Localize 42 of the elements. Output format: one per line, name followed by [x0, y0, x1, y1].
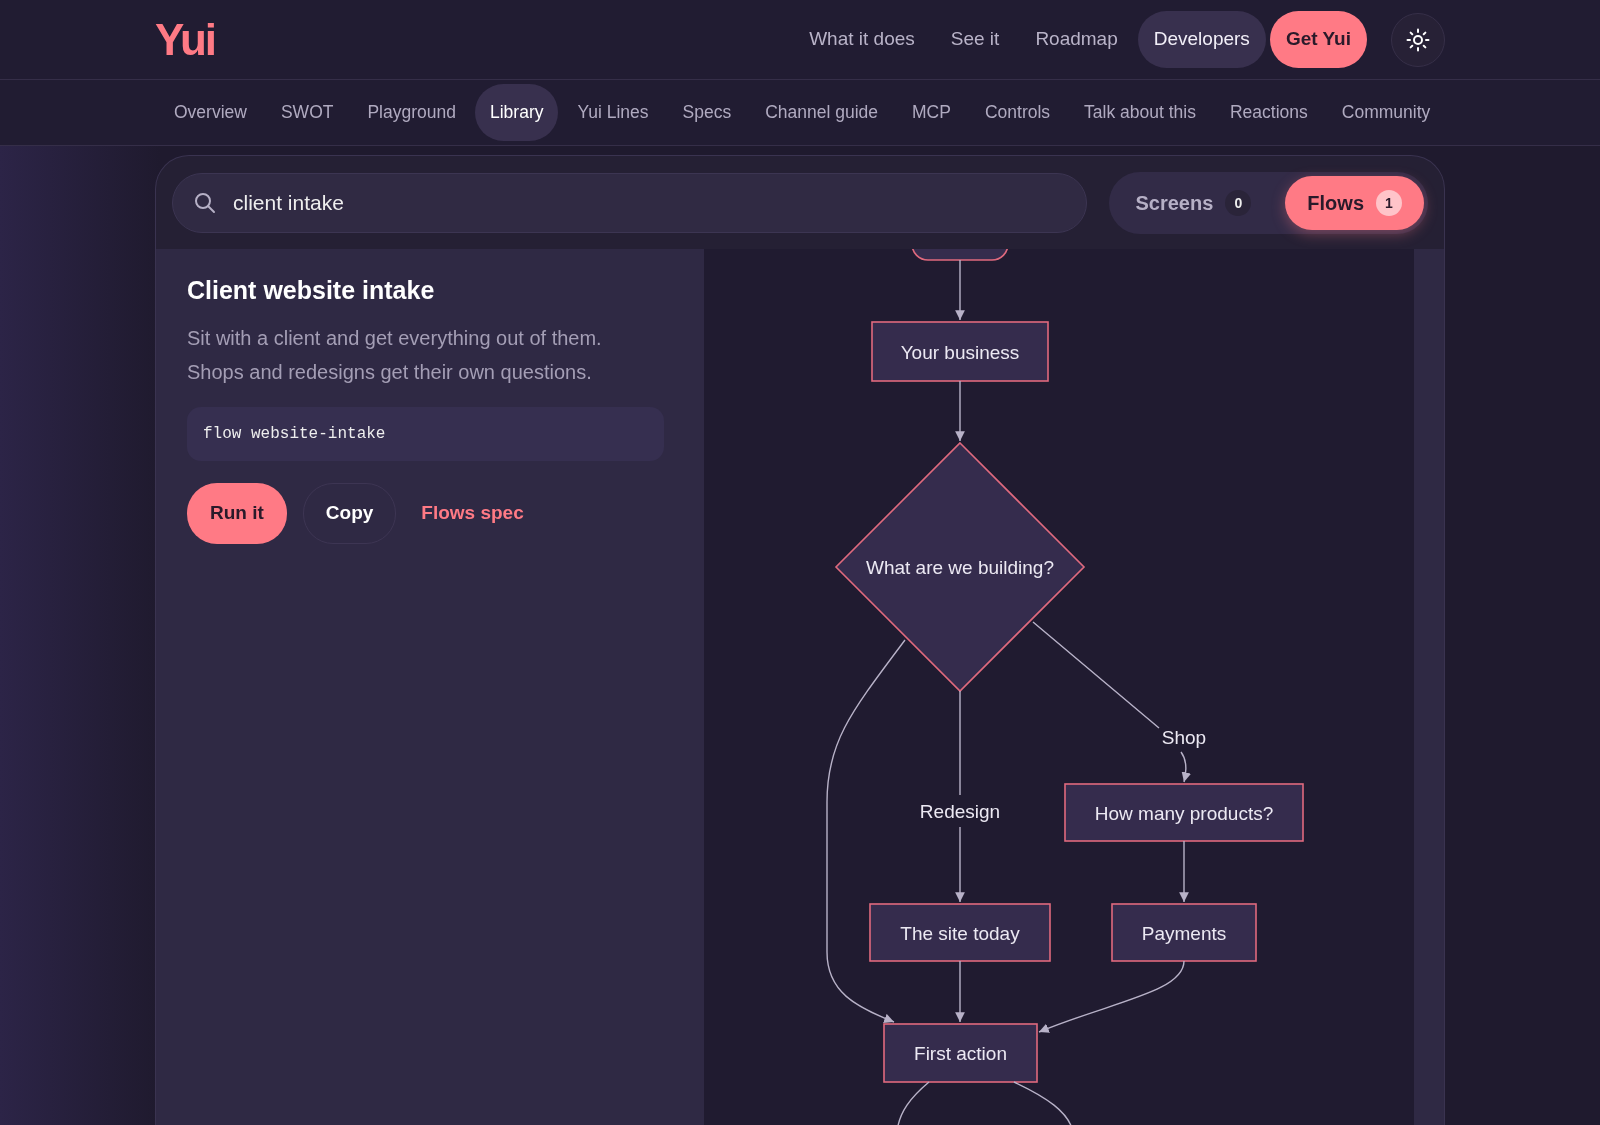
nav-link[interactable]: See it [934, 11, 1016, 68]
flow-description: Sit with a client and get everything out of them. Shops and redesigns get their own questions. [187, 326, 603, 385]
nav-tab[interactable]: Community [1326, 84, 1446, 141]
nav-tab[interactable]: MCP [897, 84, 966, 141]
search-field[interactable]: client intake [172, 173, 1088, 233]
edge-label: Redesign [919, 801, 1001, 822]
nav-tab[interactable]: Overview [159, 84, 262, 141]
edge-label: Shop [1161, 727, 1207, 748]
nav-tab[interactable]: Library [475, 84, 559, 141]
nav-button[interactable]: Developers [1137, 11, 1266, 68]
flow-title: Client website intake [187, 275, 436, 305]
nav-tab[interactable]: Specs [667, 84, 747, 141]
nav-link[interactable]: What it does [793, 11, 931, 68]
connector-arrow [955, 960, 965, 1023]
nav-tab[interactable]: SWOT [265, 84, 349, 141]
spec-link[interactable]: Flows spec [412, 483, 547, 544]
nav-link[interactable]: Roadmap [1019, 11, 1134, 68]
filter-tab[interactable]: Flows 1 [1285, 176, 1424, 230]
node-label: Your business [900, 341, 1020, 363]
connector-arrow [955, 380, 965, 442]
nav-tab[interactable]: Playground [352, 84, 471, 141]
nav-tab[interactable]: Controls [969, 84, 1066, 141]
node-label: How many products? [1094, 802, 1274, 824]
node-label: First action [914, 1043, 1007, 1064]
node-label: Payments [1141, 922, 1227, 944]
nav-tab[interactable]: Reactions [1214, 84, 1323, 141]
copy-button[interactable]: Copy [302, 483, 397, 544]
brand-logo[interactable]: Yui [155, 17, 216, 62]
connector-arrow [1179, 840, 1189, 903]
connector-arrow [955, 259, 965, 321]
nav-tab[interactable]: Talk about this [1069, 84, 1211, 141]
run-button[interactable]: Run it [187, 483, 287, 544]
sun-icon [1406, 27, 1430, 52]
node-label: The site today [900, 922, 1020, 944]
count-badge: 1 [1376, 190, 1402, 216]
node-label: What are we building? [866, 557, 1054, 578]
command-snippet: flow website-intake [187, 407, 664, 461]
filter-tab[interactable]: Screens 0 [1113, 176, 1274, 230]
nav-tab[interactable]: Yui Lines [562, 84, 664, 141]
nav-tab[interactable]: Channel guide [750, 84, 894, 141]
get-button[interactable]: Get Yui [1269, 11, 1367, 68]
count-badge: 0 [1225, 190, 1252, 216]
